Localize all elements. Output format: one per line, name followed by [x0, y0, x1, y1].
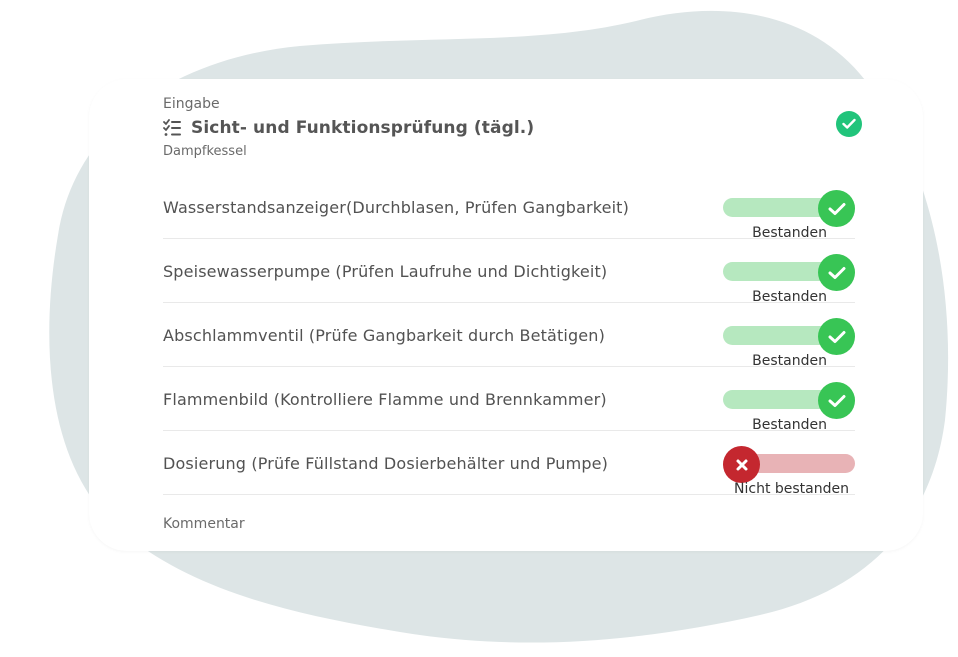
- check-icon[interactable]: [818, 382, 855, 419]
- check-icon[interactable]: [818, 254, 855, 291]
- form-card: Eingabe Sicht- und Funktionsprüfung (täg…: [89, 79, 923, 551]
- form-header: Eingabe Sicht- und Funktionsprüfung (täg…: [163, 95, 862, 159]
- x-icon[interactable]: [723, 446, 760, 483]
- pass-fail-toggle[interactable]: Bestanden: [723, 190, 855, 241]
- form-eyebrow: Eingabe: [163, 96, 220, 112]
- pass-fail-toggle[interactable]: Bestanden: [723, 254, 855, 305]
- checklist-row: Speisewasserpumpe (Prüfen Laufruhe und D…: [163, 239, 855, 305]
- checklist-item-label: Flammenbild (Kontrolliere Flamme und Bre…: [163, 390, 607, 409]
- checklist-item-label: Dosierung (Prüfe Füllstand Dosierbehälte…: [163, 454, 609, 473]
- checklist-row: Abschlammventil (Prüfe Gangbarkeit durch…: [163, 303, 855, 369]
- pass-fail-toggle[interactable]: Bestanden: [723, 318, 855, 369]
- checklist-row: Dosierung (Prüfe Füllstand Dosierbehälte…: [163, 431, 855, 497]
- checklist-icon: [163, 119, 182, 137]
- checklist-rows: Wasserstandsanzeiger(Durchblasen, Prüfen…: [163, 175, 855, 497]
- check-icon[interactable]: [818, 318, 855, 355]
- checklist-row: Wasserstandsanzeiger(Durchblasen, Prüfen…: [163, 175, 855, 241]
- form-subtitle: Dampfkessel: [163, 144, 247, 159]
- title-row: Sicht- und Funktionsprüfung (tägl.): [163, 116, 853, 140]
- checklist-row: Flammenbild (Kontrolliere Flamme und Bre…: [163, 367, 855, 433]
- status-label: Nicht bestanden: [734, 481, 849, 497]
- checklist-item-label: Wasserstandsanzeiger(Durchblasen, Prüfen…: [163, 198, 629, 217]
- form-title: Sicht- und Funktionsprüfung (tägl.): [191, 118, 535, 138]
- checklist-item-label: Speisewasserpumpe (Prüfen Laufruhe und D…: [163, 262, 608, 281]
- checklist-item-label: Abschlammventil (Prüfe Gangbarkeit durch…: [163, 326, 605, 345]
- pass-fail-toggle[interactable]: Bestanden: [723, 382, 855, 433]
- comment-label: Kommentar: [163, 516, 245, 532]
- pass-fail-toggle[interactable]: Nicht bestanden: [723, 446, 855, 497]
- completed-check-icon: [836, 111, 862, 137]
- check-icon[interactable]: [818, 190, 855, 227]
- stage: Eingabe Sicht- und Funktionsprüfung (täg…: [0, 0, 958, 657]
